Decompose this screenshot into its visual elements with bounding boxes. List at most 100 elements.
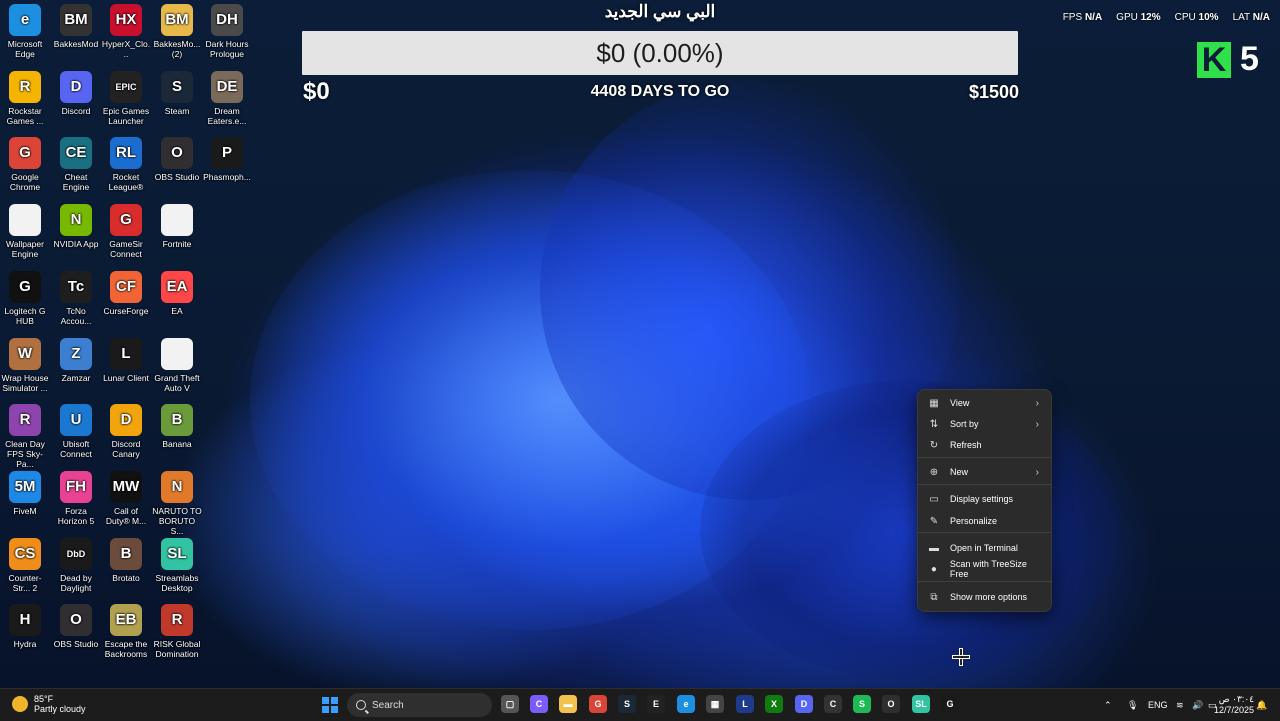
desktop-icon[interactable]: N NARUTO TO BORUTO S... (152, 467, 202, 536)
desktop-icon[interactable]: FH Forza Horizon 5 (51, 467, 101, 526)
wallpaper-bloom (250, 170, 810, 630)
tray-chevron-icon[interactable]: ⌃ (1104, 689, 1112, 721)
streamlabs-taskbar-icon[interactable]: SL (912, 695, 930, 713)
weather-widget[interactable]: 85°F Partly cloudy (12, 694, 86, 714)
dbd-icon: DbD (60, 537, 92, 570)
desktop-icon[interactable]: Z Zamzar (51, 334, 101, 383)
desktop-icon[interactable]: N NVIDIA App (51, 200, 101, 249)
context-menu-item-show-more-options[interactable]: ⧉ Show more options (922, 587, 1047, 607)
desktop-icon[interactable]: S Steam (152, 67, 202, 116)
desktop-icon[interactable]: BM BakkesMo... (2) (152, 0, 202, 59)
copilot-icon[interactable]: C (530, 695, 548, 713)
desktop-icon[interactable]: DE Dream Eaters.e... (202, 67, 252, 126)
file-explorer-icon[interactable]: ▬ (559, 695, 577, 713)
context-menu-item-new[interactable]: ⊕ New › (922, 462, 1047, 482)
desktop-icon[interactable]: CS Counter-Str... 2 (0, 534, 50, 593)
goal-days-remaining: 4408 DAYS TO GO (590, 83, 730, 100)
desktop-icon[interactable]: RL Rocket League® (101, 133, 151, 192)
desktop-icon[interactable]: G Google Chrome (0, 133, 50, 192)
desktop-icon[interactable]: 5M FiveM (0, 467, 50, 516)
desktop-icon[interactable]: P Phasmoph... (202, 133, 252, 182)
desktop-icon[interactable]: D Discord Canary (101, 400, 151, 459)
context-menu-item-refresh[interactable]: ↻ Refresh (922, 435, 1047, 455)
microphone-icon[interactable]: 🎙 (1127, 689, 1138, 721)
store-taskbar-icon[interactable]: ▦ (706, 695, 724, 713)
desktop-icon[interactable]: DH Dark Hours Prologue (202, 0, 252, 59)
desktop-icon[interactable]: B Banana (152, 400, 202, 449)
desktop-icon[interactable]: EB Escape the Backrooms (101, 600, 151, 659)
context-menu-item-display-settings[interactable]: ▭ Display settings (922, 489, 1047, 509)
desktop-icon[interactable]: BM BakkesMod (51, 0, 101, 49)
start-button[interactable] (322, 697, 338, 713)
desktop-icon[interactable]: CF CurseForge (101, 267, 151, 316)
desktop-icon[interactable]: HX HyperX_Clo... (101, 0, 151, 59)
desktop-icon[interactable]: H Hydra (0, 600, 50, 649)
desktop-icon[interactable]: W Wrap House Simulator ... (0, 334, 50, 393)
lat-stat: LAT N/A (1232, 12, 1270, 23)
language-indicator[interactable]: ENG (1148, 689, 1168, 721)
spotify-taskbar-icon[interactable]: S (853, 695, 871, 713)
desktop-icon[interactable]: B Brotato (101, 534, 151, 583)
chrome-taskbar-icon[interactable]: G (589, 695, 607, 713)
desktop-icon-label: Call of Duty® M... (105, 505, 147, 526)
desktop-icon[interactable]: DbD Dead by Daylight (51, 534, 101, 593)
desktop-icon-label: CurseForge (103, 305, 149, 316)
obs-taskbar-icon[interactable]: O (882, 695, 900, 713)
lunar-taskbar-icon[interactable]: L (736, 695, 754, 713)
desktop-icon-label: NARUTO TO BORUTO S... (152, 505, 202, 536)
notification-bell-icon[interactable]: 🔔 (1256, 689, 1267, 721)
desktop-icon[interactable]: CE Cheat Engine (51, 133, 101, 192)
desktop-icon[interactable]: Wallpaper Engine (0, 200, 50, 259)
desktop-icon[interactable]: e Microsoft Edge (0, 0, 50, 59)
volume-icon[interactable]: 🔊 (1192, 689, 1203, 721)
kick-logo-icon: K (1197, 42, 1231, 78)
wifi-icon[interactable]: ≋ (1176, 689, 1184, 721)
desktop-icon[interactable]: G Logitech G HUB (0, 267, 50, 326)
weather-temperature: 85°F (34, 694, 54, 704)
desktop-icon[interactable]: L Lunar Client (101, 334, 151, 383)
edge-taskbar-icon[interactable]: e (677, 695, 695, 713)
taskbar-search[interactable]: Search (347, 693, 492, 717)
context-menu-item-sort-by[interactable]: ⇅ Sort by › (922, 414, 1047, 434)
task-view-icon[interactable]: ▢ (501, 695, 519, 713)
desktop-icon[interactable]: EPIC Epic Games Launcher (101, 67, 151, 126)
epic-taskbar-icon[interactable]: E (647, 695, 665, 713)
desktop-icon[interactable]: Grand Theft Auto V (152, 334, 202, 393)
desktop-icon[interactable]: MW Call of Duty® M... (101, 467, 151, 526)
desktop-icon-label: TcNo Accou... (60, 305, 92, 326)
desktop-icon[interactable]: Fortnite (152, 200, 202, 249)
desktop-icon-label: Dead by Daylight (60, 572, 92, 593)
streamlabs-icon: SL (161, 537, 193, 570)
context-menu-item-open-in-terminal[interactable]: ▬ Open in Terminal (922, 538, 1047, 558)
desktop-icon-label: OBS Studio (53, 639, 99, 650)
desktop-icon-label: Logitech G HUB (4, 305, 46, 326)
context-menu-label: Show more options (950, 592, 1028, 602)
desktop-icon-label: Banana (162, 439, 192, 450)
desktop-icon[interactable]: SL Streamlabs Desktop (152, 534, 202, 593)
desktop-icon-label: Grand Theft Auto V (154, 372, 200, 393)
context-menu-item-scan-with-treesize-free[interactable]: ● Scan with TreeSize Free (922, 559, 1047, 579)
desktop-icon[interactable]: O OBS Studio (51, 600, 101, 649)
system-clock[interactable]: ٠٣:٠٤ ص 12/7/2025 (1214, 694, 1254, 716)
context-menu-label: Personalize (950, 516, 998, 526)
desktop-icon[interactable]: O OBS Studio (152, 133, 202, 182)
desktop-icon[interactable]: R Clean Day FPS Sky-Pa... (0, 400, 50, 469)
desktop-icon[interactable]: R RISK Global Domination (152, 600, 202, 659)
discord-taskbar-icon[interactable]: D (795, 695, 813, 713)
context-menu-item-view[interactable]: ▦ View › (922, 393, 1047, 413)
desktop-icon[interactable]: U Ubisoft Connect (51, 400, 101, 459)
ghub-taskbar-icon[interactable]: G (941, 695, 959, 713)
desktop-icon[interactable]: Tc TcNo Accou... (51, 267, 101, 326)
desktop-icon[interactable]: G GameSir Connect (101, 200, 151, 259)
wallpaper-bloom (540, 80, 960, 500)
desktop-icon[interactable]: EA EA (152, 267, 202, 316)
desktop-icon-label: Lunar Client (103, 372, 149, 383)
desktop-icon[interactable]: D Discord (51, 67, 101, 116)
context-menu-item-personalize[interactable]: ✎ Personalize (922, 511, 1047, 531)
steam-taskbar-icon[interactable]: S (618, 695, 636, 713)
cod-taskbar-icon[interactable]: C (824, 695, 842, 713)
xbox-taskbar-icon[interactable]: X (765, 695, 783, 713)
nvidia-icon: N (60, 204, 92, 237)
epic-games-icon: EPIC (110, 70, 142, 103)
desktop-icon[interactable]: R Rockstar Games ... (0, 67, 50, 126)
